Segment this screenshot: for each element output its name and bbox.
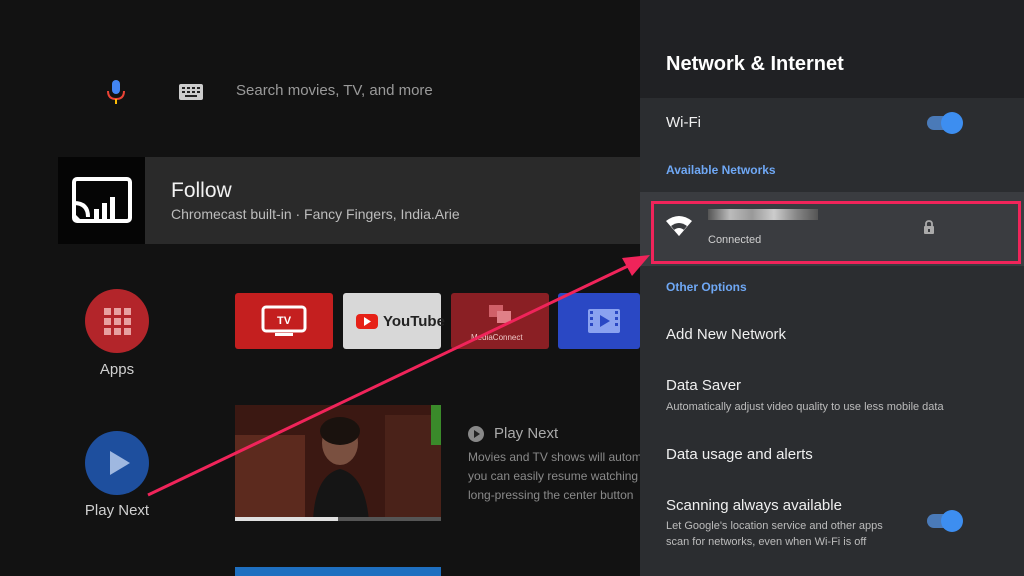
play-icon	[110, 451, 130, 475]
video-progress-bar	[235, 517, 441, 521]
scanning-item[interactable]: Scanning always available	[666, 497, 842, 514]
keyboard-icon[interactable]	[179, 84, 203, 100]
network-settings-panel: Network & Internet Wi-Fi Available Netwo…	[640, 0, 1024, 576]
mediaconnect-tile-label: MediaConnect	[471, 333, 523, 342]
play-next-video-thumbnail[interactable]	[235, 405, 441, 521]
grid-icon	[104, 308, 131, 335]
play-next-label: Play Next	[84, 502, 150, 519]
video-player-tile[interactable]	[558, 293, 640, 349]
play-next-button[interactable]	[85, 431, 149, 495]
video-thumbnail-image	[235, 405, 441, 521]
panel-header: Network & Internet	[640, 0, 1024, 98]
tv-icon: TV	[261, 305, 307, 336]
play-next-info-text: Movies and TV shows will autom you can e…	[468, 448, 640, 505]
data-saver-item[interactable]: Data Saver	[666, 377, 741, 394]
follow-card[interactable]: Follow Chromecast built-in · Fancy Finge…	[58, 157, 658, 244]
wifi-label: Wi-Fi	[666, 114, 701, 131]
scanning-description-line-2: scan for networks, even when Wi-Fi is of…	[666, 536, 867, 548]
scanning-toggle[interactable]	[927, 510, 963, 532]
search-input[interactable]: Search movies, TV, and more	[236, 82, 433, 99]
page-title: Network & Internet	[666, 53, 844, 75]
scanning-toggle-knob	[941, 510, 963, 532]
follow-card-subtitle: Chromecast built-in · Fancy Fingers, Ind…	[171, 206, 460, 222]
annotation-highlight-box	[651, 201, 1021, 264]
follow-card-title: Follow	[171, 179, 232, 202]
cast-icon	[72, 177, 132, 223]
play-next-info-icon	[468, 426, 484, 442]
follow-card-icon-box	[58, 157, 145, 244]
wifi-toggle[interactable]	[927, 112, 963, 134]
mic-icon[interactable]	[106, 80, 126, 104]
youtube-tile[interactable]: YouTube	[343, 293, 445, 349]
other-options-heading: Other Options	[666, 280, 747, 294]
youtube-tile-label: YouTube	[383, 313, 445, 330]
apps-label: Apps	[99, 361, 135, 378]
apps-button[interactable]	[85, 289, 149, 353]
play-next-info-line: you can easily resume watching	[468, 469, 639, 483]
data-usage-item[interactable]: Data usage and alerts	[666, 446, 813, 463]
mediaconnect-tile[interactable]: MediaConnect	[451, 293, 549, 349]
available-networks-heading: Available Networks	[666, 163, 776, 177]
tv-tile-label: TV	[277, 315, 292, 327]
play-next-info-line: long-pressing the center button	[468, 488, 634, 502]
play-next-info-line: Movies and TV shows will autom	[468, 450, 640, 464]
video-progress-fill	[235, 517, 338, 521]
film-icon	[588, 309, 620, 333]
scanning-description-line-1: Let Google's location service and other …	[666, 520, 883, 532]
wifi-toggle-knob	[941, 112, 963, 134]
add-new-network-item[interactable]: Add New Network	[666, 326, 786, 343]
next-row-tile[interactable]	[235, 567, 441, 576]
tv-app-tile[interactable]: TV	[235, 293, 333, 349]
play-next-info-title: Play Next	[494, 425, 559, 442]
data-saver-description: Automatically adjust video quality to us…	[666, 401, 944, 413]
